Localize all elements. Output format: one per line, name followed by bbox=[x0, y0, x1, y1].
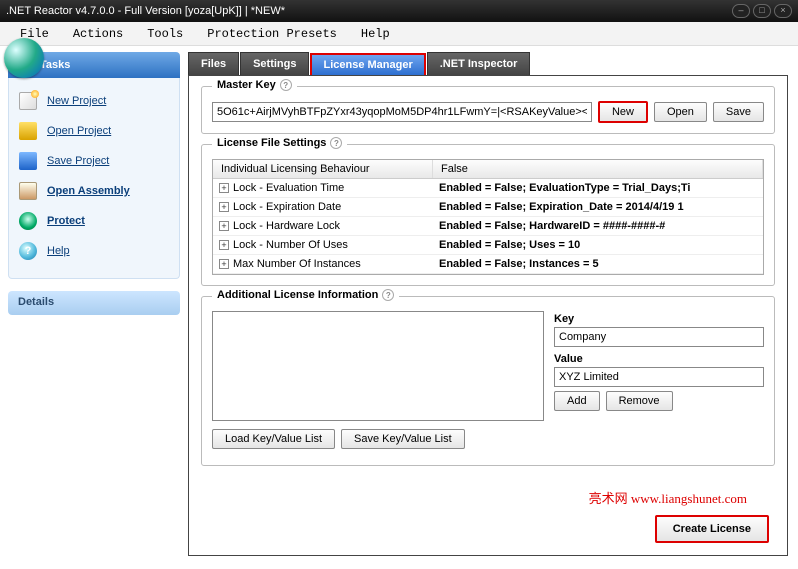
tab-license-manager[interactable]: License Manager bbox=[310, 53, 425, 75]
help-hint-icon[interactable]: ? bbox=[330, 137, 342, 149]
sidebar-item-open-project[interactable]: Open Project bbox=[15, 116, 173, 146]
minimize-icon[interactable]: – bbox=[732, 4, 750, 18]
value-input[interactable] bbox=[554, 367, 764, 387]
menu-help[interactable]: Help bbox=[349, 24, 402, 44]
open-key-button[interactable]: Open bbox=[654, 102, 707, 122]
help-hint-icon[interactable]: ? bbox=[280, 79, 292, 91]
master-key-input[interactable] bbox=[212, 102, 592, 122]
license-file-settings-group: License File Settings? Individual Licens… bbox=[201, 144, 775, 286]
help-icon: ? bbox=[19, 242, 37, 260]
remove-button[interactable]: Remove bbox=[606, 391, 673, 411]
tab-settings[interactable]: Settings bbox=[240, 52, 309, 75]
lfs-row[interactable]: +Lock - Hardware LockEnabled = False; Ha… bbox=[213, 217, 763, 236]
lfs-row[interactable]: +Lock - Evaluation TimeEnabled = False; … bbox=[213, 179, 763, 198]
assembly-icon bbox=[19, 182, 37, 200]
master-key-group: Master Key? New Open Save bbox=[201, 86, 775, 134]
disk-save-icon bbox=[19, 152, 37, 170]
expand-icon[interactable]: + bbox=[219, 183, 229, 193]
lfs-legend: License File Settings bbox=[217, 137, 326, 149]
main-panel: Files Settings License Manager .NET Insp… bbox=[180, 46, 798, 569]
master-key-legend: Master Key bbox=[217, 79, 276, 91]
sidebar-item-save-project[interactable]: Save Project bbox=[15, 146, 173, 176]
sidebar-item-help[interactable]: ?Help bbox=[15, 236, 173, 266]
expand-icon[interactable]: + bbox=[219, 202, 229, 212]
folder-open-icon bbox=[19, 122, 37, 140]
lfs-row[interactable]: +Lock - Expiration DateEnabled = False; … bbox=[213, 198, 763, 217]
expand-icon[interactable]: + bbox=[219, 221, 229, 231]
add-button[interactable]: Add bbox=[554, 391, 600, 411]
tab-net-inspector[interactable]: .NET Inspector bbox=[427, 52, 531, 75]
lfs-row[interactable]: +Lock - Number Of UsesEnabled = False; U… bbox=[213, 236, 763, 255]
app-title: .NET Reactor v4.7.0.0 - Full Version [yo… bbox=[6, 5, 285, 17]
tasks-label: Tasks bbox=[40, 59, 70, 71]
lfs-row[interactable]: +Max Number Of InstancesEnabled = False;… bbox=[213, 255, 763, 274]
sidebar-item-open-assembly[interactable]: Open Assembly bbox=[15, 176, 173, 206]
sidebar: Tasks New Project Open Project Save Proj… bbox=[0, 46, 180, 569]
addl-legend: Additional License Information bbox=[217, 289, 378, 301]
menu-actions[interactable]: Actions bbox=[61, 24, 135, 44]
expand-icon[interactable]: + bbox=[219, 240, 229, 250]
new-file-icon bbox=[19, 92, 37, 110]
watermark-text: 亮术网 www.liangshunet.com bbox=[589, 488, 747, 507]
help-hint-icon[interactable]: ? bbox=[382, 289, 394, 301]
logo-orb-icon bbox=[4, 38, 44, 78]
kv-listbox[interactable] bbox=[212, 311, 544, 421]
details-header: Details bbox=[8, 291, 180, 315]
maximize-icon[interactable]: □ bbox=[753, 4, 771, 18]
lfs-col-name[interactable]: Individual Licensing Behaviour bbox=[213, 160, 433, 178]
lfs-col-value[interactable]: False bbox=[433, 160, 763, 178]
key-label: Key bbox=[554, 313, 764, 325]
load-kv-list-button[interactable]: Load Key/Value List bbox=[212, 429, 335, 449]
close-icon[interactable]: × bbox=[774, 4, 792, 18]
title-bar: .NET Reactor v4.7.0.0 - Full Version [yo… bbox=[0, 0, 798, 22]
shield-icon bbox=[19, 212, 37, 230]
save-kv-list-button[interactable]: Save Key/Value List bbox=[341, 429, 465, 449]
menu-tools[interactable]: Tools bbox=[135, 24, 195, 44]
expand-icon[interactable]: + bbox=[219, 259, 229, 269]
menu-protection-presets[interactable]: Protection Presets bbox=[195, 24, 349, 44]
sidebar-item-protect[interactable]: Protect bbox=[15, 206, 173, 236]
tab-bar: Files Settings License Manager .NET Insp… bbox=[188, 52, 788, 75]
key-input[interactable] bbox=[554, 327, 764, 347]
new-key-button[interactable]: New bbox=[598, 101, 648, 123]
tasks-header: Tasks bbox=[8, 52, 180, 78]
additional-license-info-group: Additional License Information? Key Valu… bbox=[201, 296, 775, 466]
save-key-button[interactable]: Save bbox=[713, 102, 764, 122]
value-label: Value bbox=[554, 353, 764, 365]
lfs-grid: Individual Licensing Behaviour False +Lo… bbox=[212, 159, 764, 275]
menu-bar: File Actions Tools Protection Presets He… bbox=[0, 22, 798, 46]
tab-files[interactable]: Files bbox=[188, 52, 239, 75]
create-license-button[interactable]: Create License bbox=[655, 515, 769, 543]
sidebar-item-new-project[interactable]: New Project bbox=[15, 86, 173, 116]
